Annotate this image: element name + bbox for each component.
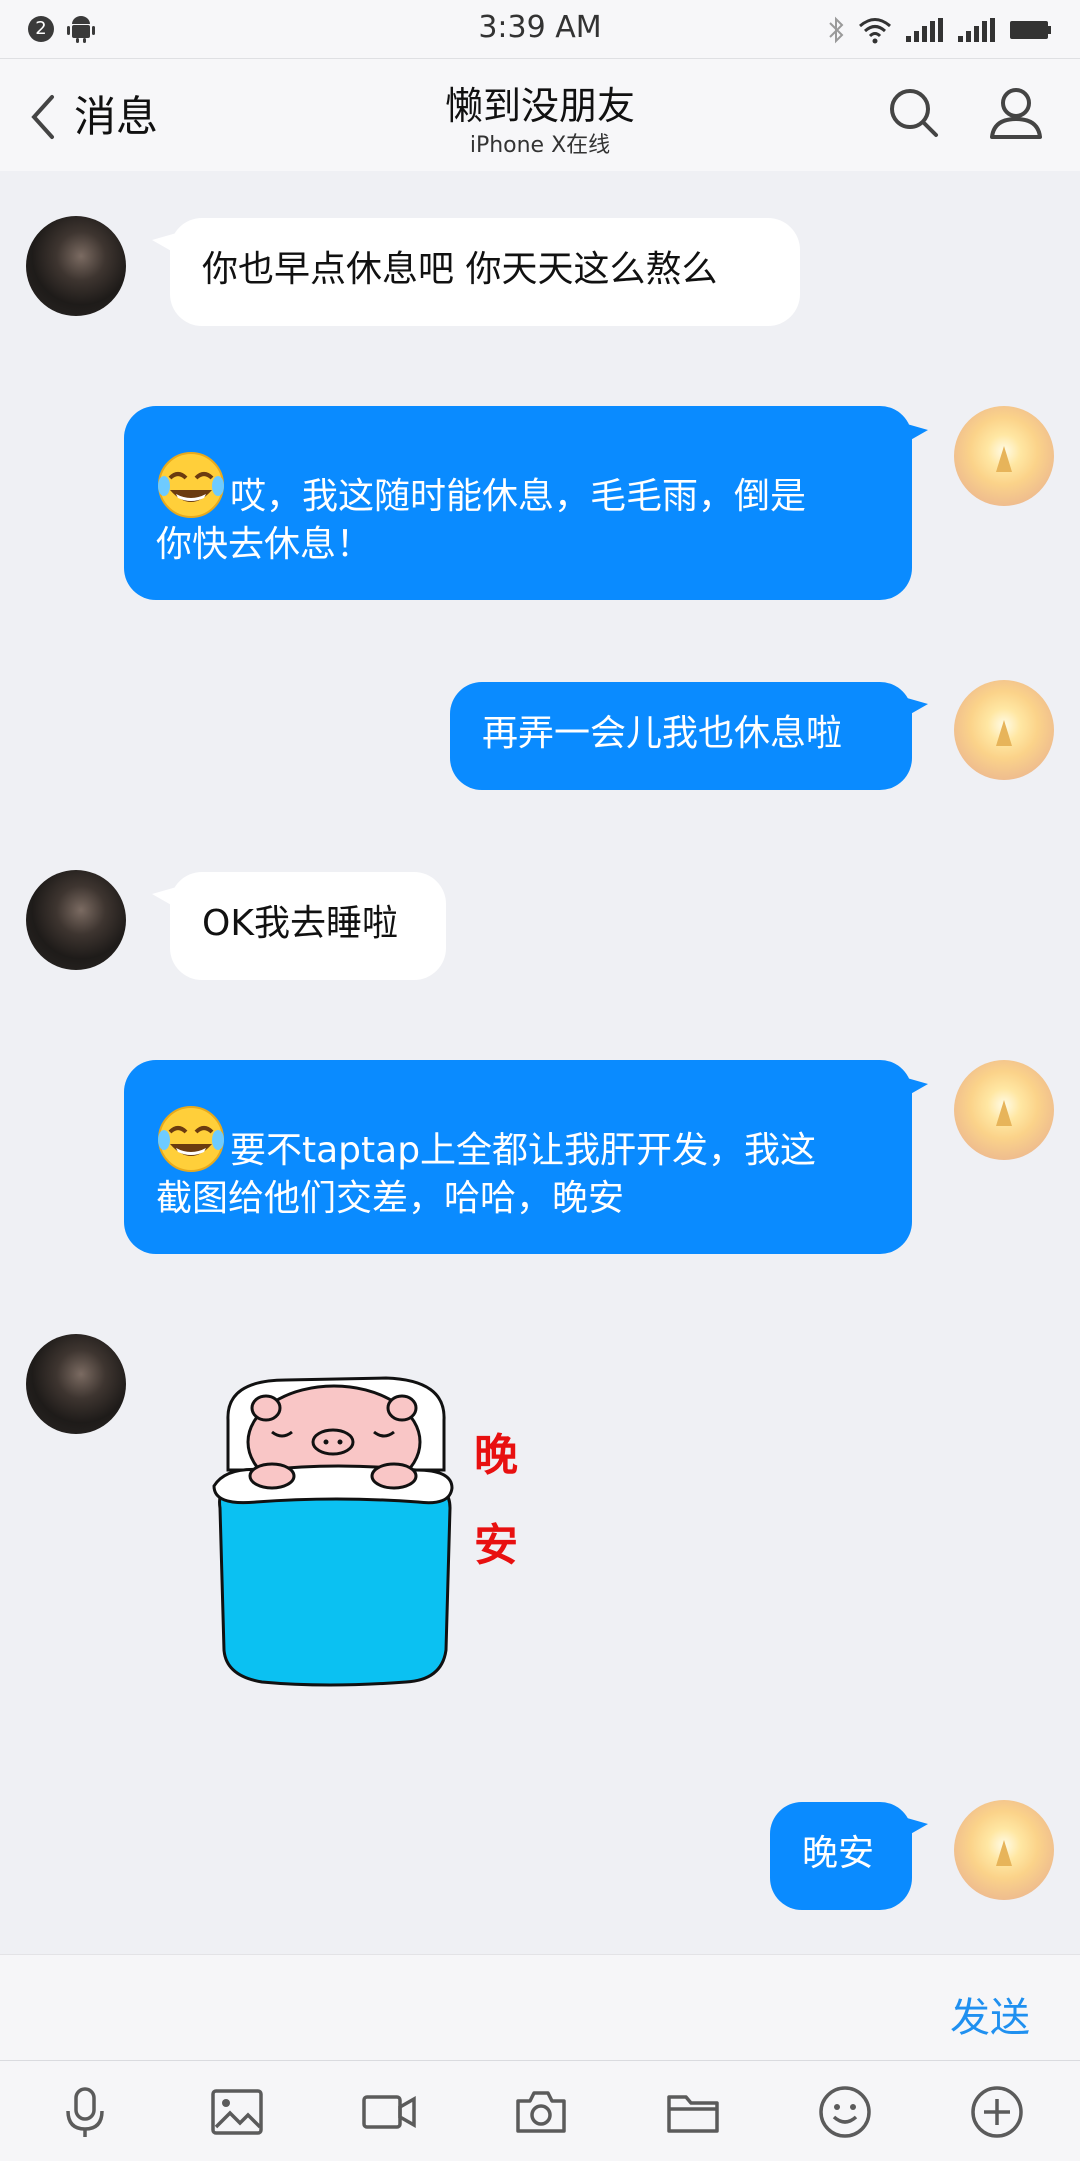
signal-2-icon	[958, 18, 995, 42]
friend-avatar[interactable]	[26, 1334, 126, 1434]
my-avatar[interactable]	[954, 680, 1054, 780]
friend-avatar[interactable]	[26, 216, 126, 316]
sleeping-pig-sticker[interactable]: 晚 安	[206, 1370, 546, 1700]
message-text-line1: 要不taptap上全都让我肝开发，我这	[230, 1130, 817, 1171]
my-avatar[interactable]	[954, 406, 1054, 506]
wifi-icon	[859, 18, 891, 44]
battery-icon	[1010, 21, 1051, 39]
search-icon[interactable]	[884, 83, 944, 143]
message-bubble-sent[interactable]: 哎，我这随时能休息，毛毛雨，倒是 你快去休息！	[124, 406, 912, 600]
my-avatar[interactable]	[954, 1800, 1054, 1900]
video-icon[interactable]	[360, 2083, 418, 2141]
status-icons	[826, 14, 1052, 46]
message-input-bar[interactable]: 发送	[0, 1954, 1080, 2061]
chat-header: 消息 懒到没朋友 iPhone X在线	[0, 58, 1080, 171]
tears-of-joy-emoji-icon	[158, 452, 224, 518]
my-avatar[interactable]	[954, 1060, 1054, 1160]
message-bubble-sent[interactable]: 再弄一会儿我也休息啦	[450, 682, 912, 790]
folder-icon[interactable]	[664, 2083, 722, 2141]
sticker-text-2: 安	[474, 1520, 518, 1571]
status-bar: 2 3:39 AM	[0, 0, 1080, 58]
microphone-icon[interactable]	[56, 2083, 114, 2141]
image-icon[interactable]	[208, 2083, 266, 2141]
message-bubble-sent[interactable]: 要不taptap上全都让我肝开发，我这 截图给他们交差，哈哈，晚安	[124, 1060, 912, 1254]
message-text-line2: 你快去休息！	[156, 524, 373, 565]
sticker-text-1: 晚	[474, 1430, 518, 1481]
message-text-line2: 截图给他们交差，哈哈，晚安	[156, 1178, 625, 1219]
message-text-line1: 哎，我这随时能休息，毛毛雨，倒是	[230, 476, 807, 517]
message-text: 再弄一会儿我也休息啦	[482, 713, 843, 754]
chat-toolbar	[0, 2060, 1080, 2161]
camera-icon[interactable]	[512, 2083, 570, 2141]
message-text: 你也早点休息吧 你天天这么熬么	[202, 249, 718, 290]
message-bubble-received[interactable]: OK我去睡啦	[170, 872, 446, 980]
bluetooth-icon	[829, 16, 844, 44]
message-bubble-received[interactable]: 你也早点休息吧 你天天这么熬么	[170, 218, 800, 326]
plus-icon[interactable]	[968, 2083, 1026, 2141]
send-button[interactable]: 发送	[950, 1985, 1030, 2043]
profile-icon[interactable]	[986, 83, 1046, 143]
message-bubble-sent[interactable]: 晚安	[770, 1802, 912, 1910]
message-text: OK我去睡啦	[202, 903, 398, 944]
emoji-icon[interactable]	[816, 2083, 874, 2141]
tears-of-joy-emoji-icon	[158, 1106, 224, 1172]
signal-icon	[906, 18, 943, 42]
message-text: 晚安	[802, 1833, 875, 1874]
friend-avatar[interactable]	[26, 870, 126, 970]
